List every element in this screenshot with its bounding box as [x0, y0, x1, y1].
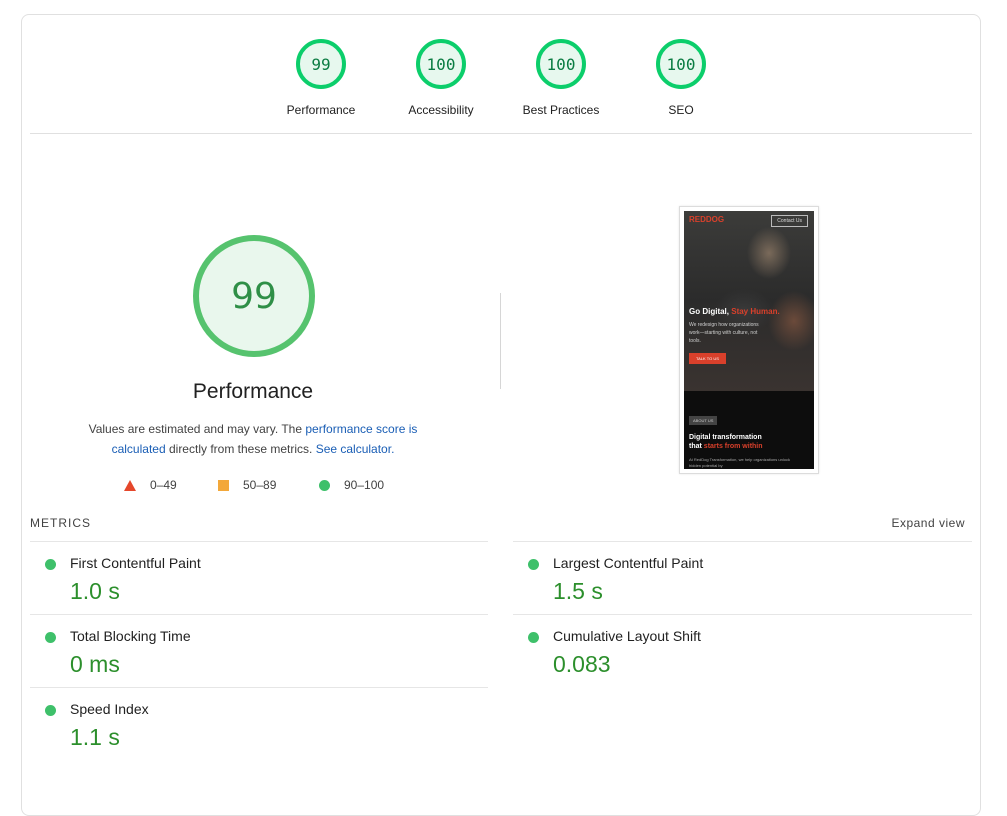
pass-circle-icon: [45, 705, 56, 716]
legend-average: 50–89: [218, 478, 276, 492]
metric-first-contentful-paint: First Contentful Paint 1.0 s: [30, 542, 470, 614]
metric-name: First Contentful Paint: [70, 555, 201, 571]
circle-icon: [319, 479, 330, 491]
gauge-label: SEO: [668, 103, 694, 117]
hero-headline: Go Digital, Stay Human.: [689, 307, 780, 316]
score-legend: 0–49 50–89 90–100: [122, 478, 422, 494]
pass-circle-icon: [45, 632, 56, 643]
legend-range: 90–100: [344, 478, 385, 492]
legend-pass: 90–100: [319, 478, 384, 492]
about-badge: ABOUT US: [689, 416, 718, 425]
score-ring: 100: [416, 39, 466, 89]
square-icon: [218, 479, 229, 491]
desc-text: directly from these metrics.: [165, 442, 316, 456]
gauge-performance[interactable]: 99 Performance: [251, 39, 391, 117]
hero-photo: [684, 211, 814, 391]
site-logo: REDDOG: [689, 215, 725, 224]
metric-value: 1.1 s: [70, 724, 120, 750]
section-text: At RedDog Transformation, we help organi…: [689, 457, 790, 468]
metric-speed-index: Speed Index 1.1 s: [30, 688, 470, 760]
gauge-seo[interactable]: 100 SEO: [611, 39, 751, 117]
metric-value: 0.083: [553, 651, 611, 677]
headline-part: Go Digital,: [689, 307, 729, 316]
score-ring: 100: [656, 39, 706, 89]
metric-cumulative-layout-shift: Cumulative Layout Shift 0.083: [513, 615, 953, 687]
divider: [30, 133, 972, 134]
pass-circle-icon: [528, 559, 539, 570]
triangle-icon: [124, 479, 136, 491]
gauge-label: Performance: [286, 103, 356, 117]
gauge-best-practices[interactable]: 100 Best Practices: [491, 39, 631, 117]
report-card: 99 Performance 100 Accessibility 100 Bes…: [21, 14, 981, 816]
legend-range: 0–49: [150, 478, 177, 492]
metrics-heading: METRICS: [30, 516, 91, 530]
performance-title: Performance: [192, 380, 314, 403]
score-ring: 99: [296, 39, 346, 89]
gauge-label: Accessibility: [408, 103, 474, 117]
gauge-label: Best Practices: [522, 103, 600, 117]
screenshot-content: REDDOG Contact Us Go Digital, Stay Human…: [684, 211, 814, 469]
legend-fail: 0–49: [124, 478, 177, 492]
score-ring: 100: [536, 39, 586, 89]
metric-value: 1.0 s: [70, 578, 120, 604]
metric-value: 1.5 s: [553, 578, 603, 604]
final-screenshot-thumbnail[interactable]: REDDOG Contact Us Go Digital, Stay Human…: [679, 206, 819, 474]
legend-range: 50–89: [243, 478, 277, 492]
contact-button: Contact Us: [771, 215, 808, 227]
hero-subtext: We redesign how organizations work—start…: [689, 322, 759, 344]
heading-line-2: that starts from within: [689, 442, 763, 451]
metric-name: Speed Index: [70, 701, 149, 717]
metric-name: Largest Contentful Paint: [553, 555, 704, 571]
heading-line: Digital transformation: [689, 434, 762, 441]
pass-circle-icon: [45, 559, 56, 570]
see-calculator-link[interactable]: See calculator.: [316, 442, 395, 456]
vertical-divider: [500, 293, 501, 389]
category-gauges: 99 Performance 100 Accessibility 100 Bes…: [22, 15, 980, 135]
section-heading: Digital transformation that starts from …: [689, 433, 763, 451]
pass-circle-icon: [528, 632, 539, 643]
heading-word: that: [689, 443, 702, 450]
heading-accent: starts from within: [703, 443, 763, 450]
desc-text: Values are estimated and may vary. The: [88, 422, 306, 436]
performance-description: Values are estimated and may vary. The p…: [66, 419, 440, 459]
performance-score-gauge: 99: [193, 235, 315, 357]
headline-accent: Stay Human.: [731, 307, 780, 316]
cta-button: TALK TO US: [689, 353, 726, 364]
metric-value: 0 ms: [70, 651, 120, 677]
expand-view-toggle[interactable]: Expand view: [891, 516, 965, 530]
gauge-accessibility[interactable]: 100 Accessibility: [371, 39, 511, 117]
metric-name: Cumulative Layout Shift: [553, 628, 701, 644]
metric-name: Total Blocking Time: [70, 628, 191, 644]
metric-largest-contentful-paint: Largest Contentful Paint 1.5 s: [513, 542, 953, 614]
metric-total-blocking-time: Total Blocking Time 0 ms: [30, 615, 470, 687]
